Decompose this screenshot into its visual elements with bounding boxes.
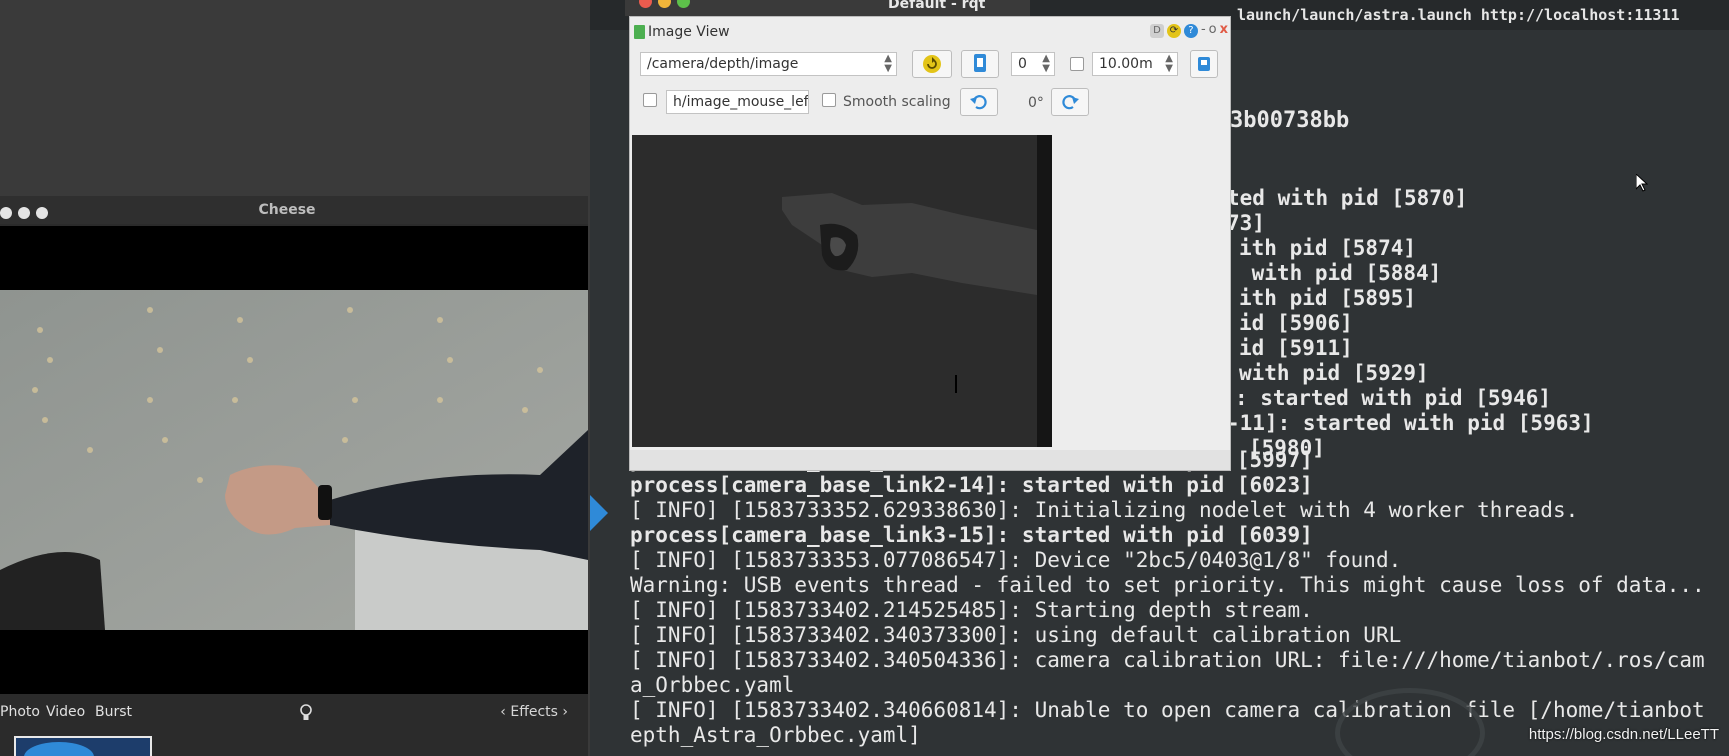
- launcher-arrow-icon: [590, 495, 608, 531]
- rqt-window-title: Default - rqt: [888, 0, 986, 12]
- effects-label: Effects: [510, 704, 558, 720]
- terminal-line: process[camera_base_link2-14]: started w…: [630, 473, 1313, 497]
- rqt-minimize-button[interactable]: [658, 0, 671, 8]
- smooth-scaling-checkbox[interactable]: [822, 93, 836, 107]
- mode-video-button[interactable]: Video: [46, 704, 85, 720]
- terminal-partial-line: : started with pid [5946]: [1235, 386, 1552, 410]
- max-range-value: 10.00m: [1099, 56, 1153, 72]
- rotate-right-button[interactable]: [1051, 88, 1089, 116]
- rqt-window-titlebar: Default - rqt: [625, 0, 1030, 16]
- terminal-line: [ INFO] [1583733402.214525485]: Starting…: [630, 598, 1313, 622]
- spin-arrows-icon: ▲ ▼: [1042, 53, 1050, 74]
- terminal-line: [ INFO] [1583733402.340373300]: using de…: [630, 623, 1402, 647]
- terminal-line: [ INFO] [1583733353.077086547]: Device "…: [630, 548, 1402, 572]
- help-button[interactable]: ?: [1183, 24, 1198, 38]
- terminal-partial-line: -11]: started with pid [5963]: [1227, 411, 1594, 435]
- max-range-checkbox[interactable]: [1070, 57, 1084, 71]
- plugin-icon: [634, 25, 645, 39]
- max-range-spinbox[interactable]: 10.00m ▲ ▼: [1092, 52, 1178, 76]
- terminal-output: process[camera_base_link1-13]: started w…: [630, 448, 1729, 748]
- camera-frame: [0, 290, 588, 630]
- terminal-line: [ INFO] [1583733402.340504336]: camera c…: [630, 648, 1705, 672]
- terminal-line: [ INFO] [1583733402.340660814]: Unable t…: [630, 698, 1705, 722]
- save-icon: [1198, 57, 1210, 71]
- mouse-cursor-icon: [1636, 174, 1648, 192]
- terminal-line: a_Orbbec.yaml: [630, 673, 795, 697]
- refresh-topics-button[interactable]: [912, 50, 952, 78]
- depth-image: [632, 135, 1052, 447]
- watermark-text: https://blog.csdn.net/LLeeTT: [1528, 726, 1719, 743]
- terminal-partial-line: ith pid [5895]: [1239, 286, 1417, 310]
- photo-thumbnail[interactable]: [14, 736, 152, 756]
- rotation-label: 0°: [1028, 95, 1044, 111]
- dock-help-d-button[interactable]: D: [1149, 24, 1164, 38]
- status-strip: [630, 450, 1230, 470]
- rqt-image-view-window[interactable]: Image View D ⟳? - o x /camera/depth/image ▲ ▼…: [629, 16, 1231, 471]
- cheese-bottom-bar: Photo Video Burst ‹ Effects ›: [0, 694, 588, 756]
- mode-burst-button[interactable]: Burst: [95, 704, 132, 720]
- minimize-dock-button[interactable]: -: [1201, 22, 1206, 37]
- rqt-close-button[interactable]: [639, 0, 652, 8]
- value-spin-value: 0: [1018, 56, 1027, 72]
- chevron-left-icon[interactable]: ‹: [500, 704, 510, 720]
- effects-nav[interactable]: ‹ Effects ›: [500, 704, 568, 720]
- zoom-fit-button[interactable]: [961, 50, 999, 78]
- rotate-right-icon: [1062, 95, 1079, 110]
- terminal-line: Warning: USB events thread - failed to s…: [630, 573, 1705, 597]
- topic-value: /camera/depth/image: [647, 56, 799, 72]
- value-spinbox[interactable]: 0 ▲ ▼: [1011, 52, 1055, 76]
- camera-preview: [0, 226, 588, 694]
- rotate-left-button[interactable]: [960, 88, 998, 116]
- spin-arrows-icon: ▲ ▼: [884, 53, 892, 74]
- terminal-partial-line: ted with pid [5870]: [1227, 186, 1468, 210]
- mode-photo-button[interactable]: Photo: [0, 704, 40, 720]
- float-dock-button[interactable]: o: [1209, 22, 1217, 37]
- mouse-topic-value: h/image_mouse_left: [673, 94, 809, 110]
- terminal-line: [ INFO] [1583733352.629338630]: Initiali…: [630, 498, 1579, 522]
- spin-arrows-icon: ▲ ▼: [1165, 53, 1173, 74]
- smooth-scaling-label: Smooth scaling: [843, 94, 951, 110]
- terminal-hash-fragment: 3b00738bb: [1230, 108, 1350, 133]
- refresh-icon: [923, 55, 941, 73]
- terminal-partial-line: ith pid [5874]: [1239, 236, 1417, 260]
- dock-titlebar: Image View D ⟳? - o x: [630, 17, 1230, 47]
- camera-scene-image: [0, 290, 588, 630]
- publish-click-checkbox[interactable]: [643, 93, 657, 107]
- terminal-partial-line: 73]: [1227, 211, 1265, 235]
- depth-image-view[interactable]: [632, 135, 1052, 447]
- chevron-right-icon[interactable]: ›: [558, 704, 568, 720]
- cheese-window[interactable]: Cheese Photo Video Burst ‹ Effects ›: [0, 196, 588, 756]
- cheese-title: Cheese: [258, 202, 316, 218]
- reload-icon[interactable]: ⟳: [1166, 24, 1181, 38]
- rotate-left-icon: [970, 95, 987, 110]
- terminal-partial-line: with pid [5929]: [1239, 361, 1429, 385]
- zoom-icon: [974, 54, 986, 72]
- dock-title: Image View: [648, 24, 730, 40]
- terminal-partial-line: id [5906]: [1239, 311, 1353, 335]
- cheese-titlebar: Cheese: [0, 196, 588, 224]
- topic-select[interactable]: /camera/depth/image ▲ ▼: [640, 52, 897, 76]
- mouse-topic-input[interactable]: h/image_mouse_left: [666, 90, 809, 114]
- rqt-maximize-button[interactable]: [677, 0, 690, 8]
- capture-bulb-icon[interactable]: [299, 704, 313, 722]
- terminal-partial-line: id [5911]: [1239, 336, 1353, 360]
- close-dock-button[interactable]: x: [1220, 22, 1228, 37]
- terminal-line: process[camera_base_link3-15]: started w…: [630, 523, 1313, 547]
- save-image-button[interactable]: [1190, 50, 1218, 78]
- terminal-partial-line: with pid [5884]: [1239, 261, 1442, 285]
- dock-buttons: D ⟳? - o x: [1147, 22, 1228, 38]
